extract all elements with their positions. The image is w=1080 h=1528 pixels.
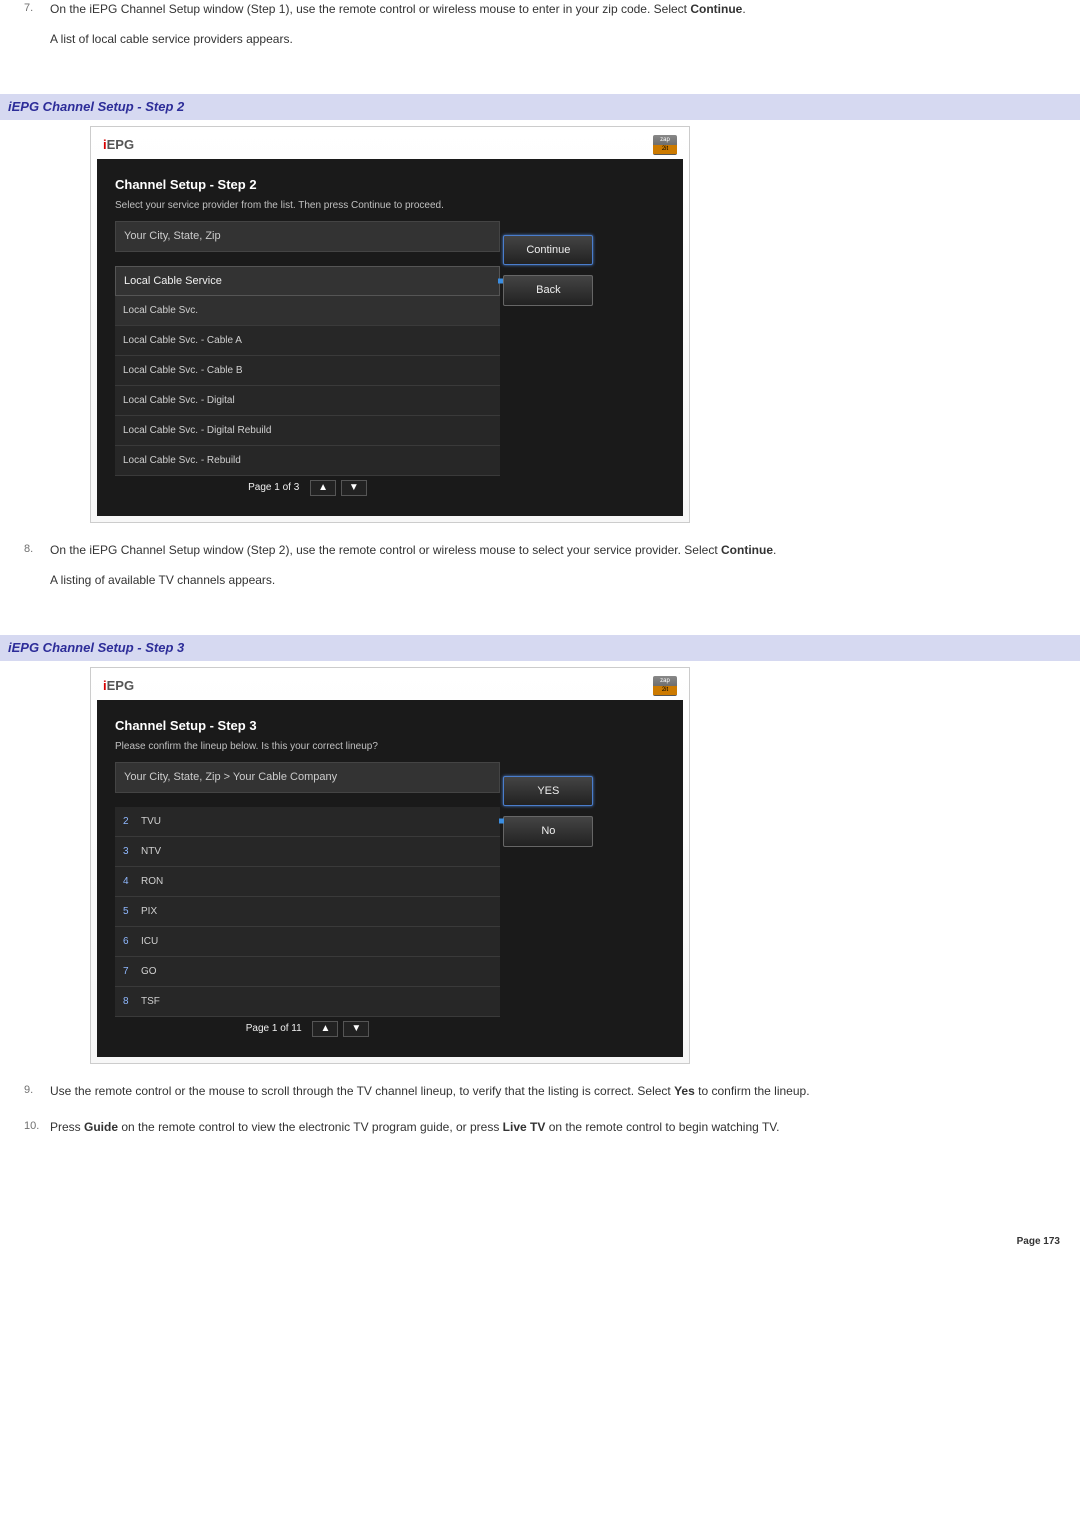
figure-step2: iEPG Channel Setup - Step 2 Select your … — [0, 120, 1080, 542]
step-text: On the iEPG Channel Setup window (Step 1… — [50, 2, 690, 16]
continue-button[interactable]: Continue — [503, 235, 593, 266]
channel-num: 4 — [123, 874, 141, 889]
step-note: A listing of available TV channels appea… — [50, 571, 1060, 589]
no-button[interactable]: No — [503, 816, 593, 847]
channel-num: 3 — [123, 844, 141, 859]
panel-title: Channel Setup - Step 3 — [115, 716, 500, 736]
step-text: Press — [50, 1120, 84, 1134]
list-item[interactable]: Local Cable Svc. - Digital Rebuild — [115, 416, 500, 446]
page-footer: Page 173 — [0, 1174, 1080, 1269]
step-text: Use the remote control or the mouse to s… — [50, 1084, 674, 1098]
channel-num: 6 — [123, 934, 141, 949]
step-note: A list of local cable service providers … — [50, 30, 1060, 48]
channel-row[interactable]: 2 TVU — [115, 807, 500, 837]
channel-name: TSF — [141, 994, 160, 1009]
channel-name: NTV — [141, 844, 161, 859]
step-text: on the remote control to view the electr… — [118, 1120, 503, 1134]
back-button[interactable]: Back — [503, 275, 593, 306]
pager-down-button[interactable]: ▼ — [343, 1021, 369, 1037]
step-bold: Live TV — [503, 1120, 546, 1134]
channel-num: 8 — [123, 994, 141, 1009]
channel-row[interactable]: 3 NTV — [115, 837, 500, 867]
step-bold: Continue — [721, 543, 773, 557]
channel-name: TVU — [141, 814, 161, 829]
channel-row[interactable]: 4 RON — [115, 867, 500, 897]
step-num: 9. — [24, 1082, 33, 1099]
iepg-window-step3: iEPG Channel Setup - Step 3 Please confi… — [90, 667, 690, 1064]
pager-up-button[interactable]: ▲ — [310, 480, 336, 496]
yes-button[interactable]: YES — [503, 776, 593, 807]
panel-subtitle: Select your service provider from the li… — [115, 198, 500, 213]
iepg-logo: iEPG — [103, 676, 134, 696]
step-9: 9. Use the remote control or the mouse t… — [20, 1082, 1060, 1100]
step-7: 7. On the iEPG Channel Setup window (Ste… — [20, 0, 1060, 48]
channel-name: ICU — [141, 934, 158, 949]
pager: Page 1 of 11 ▲ ▼ — [115, 1021, 500, 1037]
channel-num: 2 — [123, 814, 141, 829]
step-bold: Yes — [674, 1084, 695, 1098]
breadcrumb: Your City, State, Zip — [115, 221, 500, 252]
logo-text: EPG — [107, 137, 134, 152]
list-item[interactable]: Local Cable Svc. - Digital — [115, 386, 500, 416]
channel-name: RON — [141, 874, 163, 889]
iepg-window-step2: iEPG Channel Setup - Step 2 Select your … — [90, 126, 690, 524]
iepg-logo: iEPG — [103, 135, 134, 155]
list-item[interactable]: Local Cable Svc. - Rebuild — [115, 446, 500, 476]
step-num: 7. — [24, 0, 33, 17]
pager-down-button[interactable]: ▼ — [341, 480, 367, 496]
step-text: to confirm the lineup. — [695, 1084, 810, 1098]
figure-step3: iEPG Channel Setup - Step 3 Please confi… — [0, 661, 1080, 1082]
channel-name: PIX — [141, 904, 157, 919]
list-header[interactable]: Local Cable Service — [115, 266, 500, 297]
step-num: 10. — [24, 1118, 39, 1135]
step-bold: Continue — [690, 2, 742, 16]
channel-row[interactable]: 8 TSF — [115, 987, 500, 1017]
channel-row[interactable]: 5 PIX — [115, 897, 500, 927]
step-bold: Guide — [84, 1120, 118, 1134]
list-item[interactable]: Local Cable Svc. - Cable A — [115, 326, 500, 356]
panel-title: Channel Setup - Step 2 — [115, 175, 500, 195]
pager-label: Page 1 of 3 — [248, 482, 299, 493]
breadcrumb: Your City, State, Zip > Your Cable Compa… — [115, 762, 500, 793]
logo-text: EPG — [107, 678, 134, 693]
pager-up-button[interactable]: ▲ — [312, 1021, 338, 1037]
channel-num: 5 — [123, 904, 141, 919]
zap2it-icon — [653, 135, 677, 155]
channel-num: 7 — [123, 964, 141, 979]
pager-label: Page 1 of 11 — [246, 1023, 302, 1034]
step-text: . — [773, 543, 776, 557]
section-header-step3: iEPG Channel Setup - Step 3 — [0, 635, 1080, 661]
step-text: On the iEPG Channel Setup window (Step 2… — [50, 543, 721, 557]
list-item[interactable]: Local Cable Svc. - Cable B — [115, 356, 500, 386]
step-text: . — [742, 2, 745, 16]
channel-name: GO — [141, 964, 157, 979]
zap2it-icon — [653, 676, 677, 696]
panel-subtitle: Please confirm the lineup below. Is this… — [115, 739, 500, 754]
pager: Page 1 of 3 ▲ ▼ — [115, 480, 500, 496]
step-8: 8. On the iEPG Channel Setup window (Ste… — [20, 541, 1060, 589]
step-text: on the remote control to begin watching … — [545, 1120, 779, 1134]
step-10: 10. Press Guide on the remote control to… — [20, 1118, 1060, 1136]
list-item[interactable]: Local Cable Svc. — [115, 296, 500, 326]
section-header-step2: iEPG Channel Setup - Step 2 — [0, 94, 1080, 120]
window-titlebar: iEPG — [91, 668, 689, 700]
window-titlebar: iEPG — [91, 127, 689, 159]
channel-row[interactable]: 6 ICU — [115, 927, 500, 957]
channel-row[interactable]: 7 GO — [115, 957, 500, 987]
step-num: 8. — [24, 541, 33, 558]
